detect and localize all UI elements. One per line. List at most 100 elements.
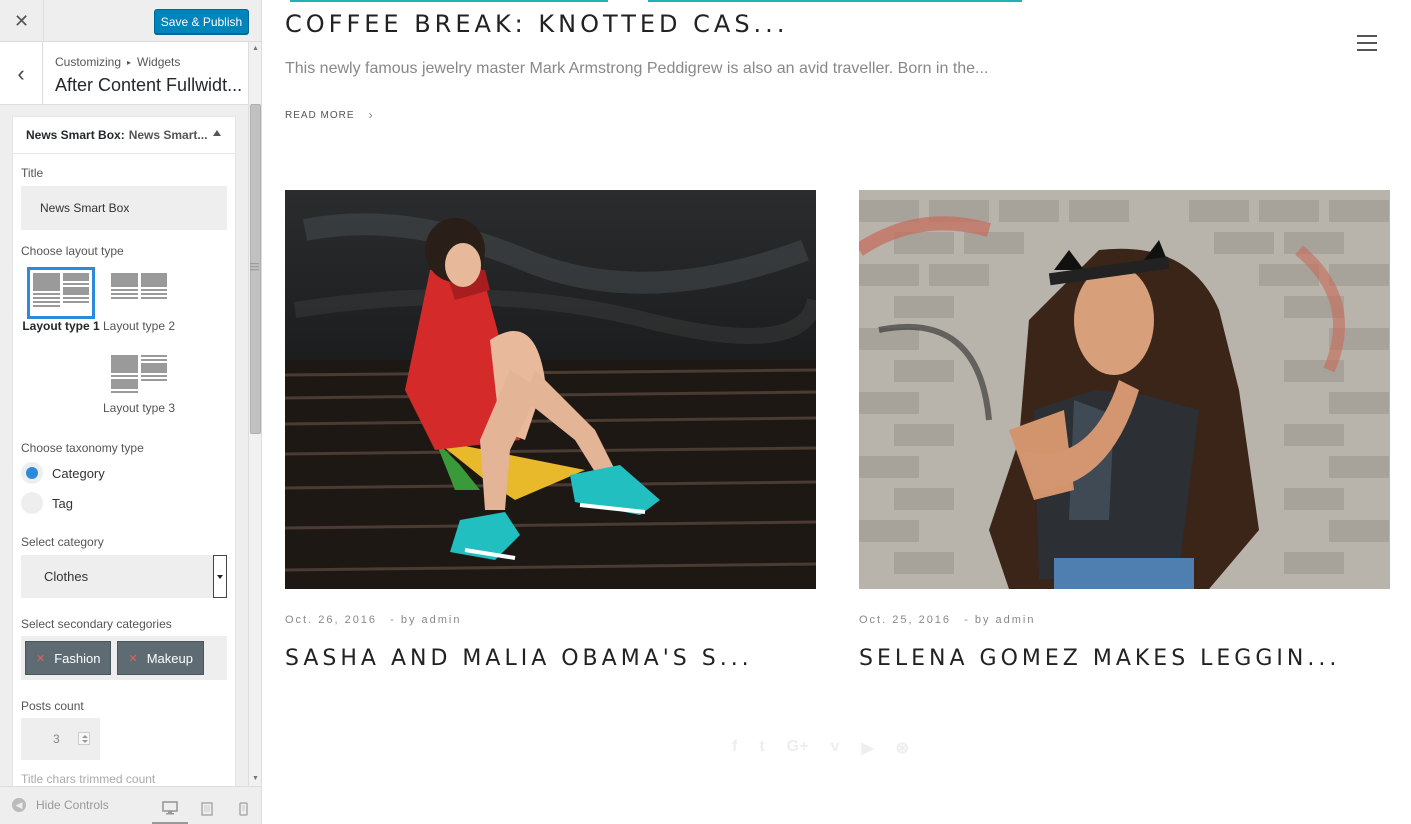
- layout-option-2-label: Layout type 2: [102, 319, 176, 333]
- category-select[interactable]: Clothes: [21, 555, 227, 598]
- radio-unchecked-icon[interactable]: [21, 492, 43, 514]
- chip-fashion[interactable]: ✕ Fashion: [25, 641, 112, 675]
- close-button[interactable]: ✕: [0, 0, 44, 42]
- secondary-categories-field[interactable]: ✕ Fashion ✕ Makeup: [21, 636, 227, 680]
- remove-chip-icon[interactable]: ✕: [36, 652, 45, 665]
- chevron-right-icon: ›: [368, 108, 374, 122]
- layout-3-thumbnail-icon: [105, 349, 173, 401]
- widget-name: News Smart Box:: [26, 128, 125, 142]
- youtube-icon[interactable]: ▶: [861, 738, 873, 758]
- mobile-preview-button[interactable]: [225, 793, 261, 824]
- chip-fashion-label: Fashion: [54, 650, 101, 666]
- layout-2-thumbnail-icon: [105, 267, 173, 319]
- posts-count-value: 3: [53, 732, 60, 746]
- collapse-arrow-icon[interactable]: [213, 130, 221, 136]
- post-image-brick-wall[interactable]: [859, 190, 1390, 589]
- widget-body: Title News Smart Box Choose layout type …: [13, 166, 235, 786]
- desktop-icon: [162, 800, 178, 814]
- accent-line: [648, 0, 1022, 2]
- mobile-icon: [238, 802, 248, 816]
- hide-controls-label: Hide Controls: [36, 798, 109, 812]
- customizer-app: ✕ Save & Publish ‹ Customizing ▸ Widgets A…: [0, 0, 1411, 824]
- accent-line: [290, 0, 608, 2]
- title-label: Title: [21, 166, 44, 180]
- taxonomy-option-category-label: Category: [52, 465, 105, 481]
- chevron-down-icon[interactable]: [213, 555, 227, 598]
- social-links: f t G+ v ▶ ⊛: [732, 738, 909, 758]
- save-publish-button[interactable]: Save & Publish: [154, 9, 249, 34]
- layout-option-3[interactable]: Layout type 3: [99, 349, 179, 415]
- dribbble-icon[interactable]: ⊛: [896, 738, 909, 758]
- taxonomy-option-tag-label: Tag: [52, 495, 73, 511]
- scroll-down-icon[interactable]: ▼: [249, 772, 261, 784]
- widget-form: News Smart Box: News Smart... Title News…: [12, 116, 236, 796]
- post-date: Oct. 26, 2016: [285, 614, 378, 626]
- customizer-sidebar: ✕ Save & Publish ‹ Customizing ▸ Widgets A…: [0, 0, 262, 824]
- photo-woman-brick-wall-icon: [859, 190, 1390, 589]
- widget-header[interactable]: News Smart Box: News Smart...: [13, 117, 235, 154]
- twitter-icon[interactable]: t: [759, 738, 764, 758]
- facebook-icon[interactable]: f: [732, 738, 737, 758]
- radio-checked-icon[interactable]: [21, 462, 43, 484]
- scroll-up-icon[interactable]: ▲: [249, 42, 261, 54]
- read-more-link[interactable]: READ MORE ›: [285, 108, 374, 122]
- posts-count-input[interactable]: 3: [21, 718, 100, 760]
- google-plus-icon[interactable]: G+: [787, 738, 809, 758]
- layout-1-thumbnail-icon: [27, 267, 95, 319]
- remove-chip-icon[interactable]: ✕: [128, 652, 137, 665]
- chevron-left-icon: ‹: [17, 60, 25, 86]
- breadcrumb: Customizing ▸ Widgets: [55, 55, 180, 69]
- category-select-value: Clothes: [44, 569, 89, 584]
- category-label: Select category: [21, 535, 104, 549]
- tablet-preview-button[interactable]: [189, 793, 225, 824]
- post-excerpt: This newly famous jewelry master Mark Ar…: [285, 60, 989, 77]
- sidebar-scrollbar[interactable]: ▲ — — — ▼: [248, 42, 261, 786]
- close-icon: ✕: [13, 10, 30, 31]
- secondary-categories-label: Select secondary categories: [21, 617, 172, 631]
- tablet-icon: [201, 802, 213, 816]
- card-title[interactable]: SASHA AND MALIA OBAMA'S S...: [285, 646, 753, 671]
- layout-option-3-label: Layout type 3: [102, 401, 176, 415]
- posts-count-label: Posts count: [21, 699, 84, 713]
- layout-option-1[interactable]: Layout type 1: [21, 267, 101, 333]
- back-button[interactable]: ‹: [0, 42, 43, 105]
- hamburger-icon: [1357, 35, 1377, 51]
- post-meta: Oct. 25, 2016 - by admin: [859, 614, 1035, 626]
- title-input[interactable]: News Smart Box: [21, 186, 227, 230]
- post-meta: Oct. 26, 2016 - by admin: [285, 614, 461, 626]
- layout-option-1-label: Layout type 1: [22, 319, 100, 333]
- number-stepper-icon[interactable]: [78, 732, 90, 745]
- site-preview: COFFEE BREAK: KNOTTED CAS... This newly …: [262, 0, 1411, 824]
- breadcrumb-root: Customizing: [55, 55, 122, 69]
- post-title[interactable]: COFFEE BREAK: KNOTTED CAS...: [285, 10, 788, 38]
- post-author[interactable]: - by admin: [390, 614, 461, 626]
- taxonomy-type-label: Choose taxonomy type: [21, 441, 144, 455]
- menu-button[interactable]: [1357, 35, 1377, 56]
- photo-woman-skateboard-icon: [285, 190, 816, 589]
- taxonomy-option-tag[interactable]: Tag: [21, 488, 227, 518]
- taxonomy-option-category[interactable]: Category: [21, 458, 227, 488]
- customizer-header: ✕ Save & Publish: [0, 0, 261, 42]
- read-more-label: READ MORE: [285, 109, 355, 121]
- panel-title: After Content Fullwidt...: [55, 75, 243, 95]
- hide-controls-button[interactable]: ◀ Hide Controls: [12, 798, 109, 812]
- layout-type-label: Choose layout type: [21, 244, 124, 258]
- vimeo-icon[interactable]: v: [830, 738, 839, 758]
- customizer-footer: ◀ Hide Controls: [0, 786, 261, 824]
- desktop-preview-button[interactable]: [152, 793, 188, 824]
- chip-makeup[interactable]: ✕ Makeup: [117, 641, 204, 675]
- widget-subtitle: News Smart...: [128, 128, 208, 142]
- panel-header: ‹ Customizing ▸ Widgets After Content Full…: [0, 42, 248, 105]
- post-date: Oct. 25, 2016: [859, 614, 952, 626]
- post-author[interactable]: - by admin: [964, 614, 1035, 626]
- post-image-skateboard[interactable]: [285, 190, 816, 589]
- title-chars-label: Title chars trimmed count: [21, 772, 156, 786]
- layout-type-picker: Layout type 1 Layout type 2 Layout type …: [21, 263, 227, 443]
- scrollbar-grip-icon: — — —: [250, 258, 259, 274]
- breadcrumb-section: Widgets: [137, 55, 181, 69]
- card-title[interactable]: SELENA GOMEZ MAKES LEGGIN...: [859, 646, 1340, 671]
- chip-makeup-label: Makeup: [146, 650, 193, 666]
- breadcrumb-separator-icon: ▸: [127, 58, 132, 67]
- layout-option-2[interactable]: Layout type 2: [99, 267, 179, 333]
- collapse-left-icon: ◀: [12, 798, 26, 812]
